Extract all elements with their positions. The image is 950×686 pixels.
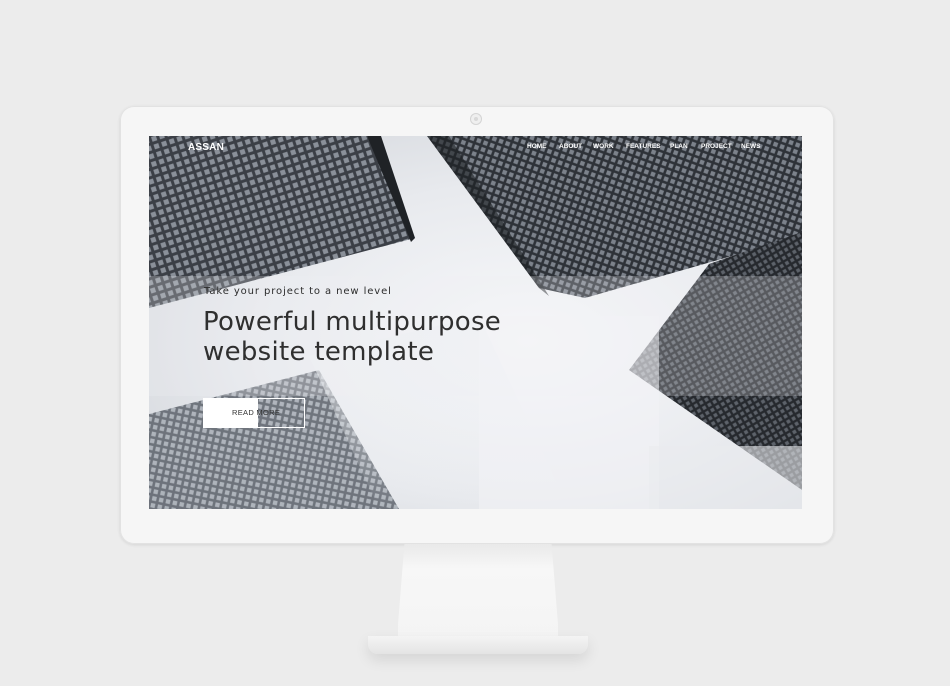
- nav-item-plan[interactable]: PLAN: [670, 143, 688, 150]
- nav-item-about[interactable]: ABOUT: [559, 143, 582, 150]
- monitor-stand: [398, 544, 558, 642]
- hero-headline-line-2: website template: [203, 337, 435, 367]
- nav-item-work[interactable]: WORK: [593, 143, 614, 150]
- hero-headline-line-1: Powerful multipurpose: [203, 307, 502, 337]
- nav-item-home[interactable]: HOME: [527, 143, 547, 150]
- nav-item-features[interactable]: FEATURES: [626, 143, 661, 150]
- nav-item-news[interactable]: NEWS: [741, 143, 761, 150]
- nav-item-project[interactable]: PROJECT: [701, 143, 732, 150]
- hero-kicker: Take your project to a new level: [204, 286, 392, 297]
- website-screen: ASSAN HOME ABOUT WORK FEATURES PLAN PROJ…: [149, 136, 802, 509]
- brand-logo[interactable]: ASSAN: [188, 142, 224, 153]
- hero-headline: Powerful multipurpose website template: [203, 307, 583, 367]
- read-more-label: READ MORE: [232, 408, 281, 417]
- webcam-icon: [470, 113, 482, 125]
- monitor-base: [368, 636, 588, 654]
- read-more-button[interactable]: READ MORE: [203, 398, 305, 428]
